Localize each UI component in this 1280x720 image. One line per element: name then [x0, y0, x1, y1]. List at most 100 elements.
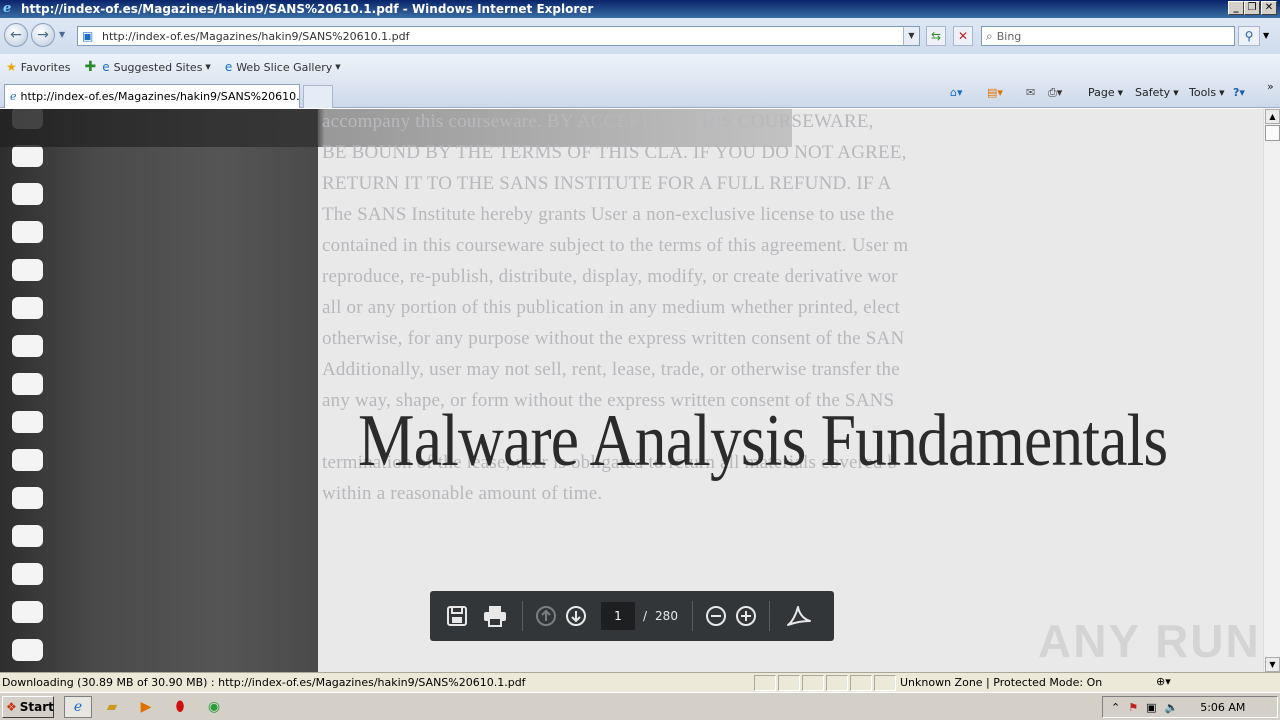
open-in-acrobat-button[interactable] — [784, 601, 814, 631]
start-button[interactable]: ❖ Start — [2, 696, 54, 718]
zoom-in-button[interactable] — [731, 601, 761, 631]
status-bar: Downloading (30.89 MB of 30.90 MB) : htt… — [0, 672, 1280, 692]
address-dropdown-icon[interactable]: ▼ — [903, 27, 919, 45]
vertical-scrollbar[interactable]: ▲ ▼ — [1263, 109, 1280, 672]
license-text-line: accompany this courseware. BY ACCEPTING … — [322, 111, 874, 132]
help-icon[interactable]: ?▾ — [1233, 86, 1245, 99]
forward-button[interactable]: → — [31, 23, 55, 47]
add-to-favorites-icon[interactable]: ✚ — [84, 59, 96, 75]
license-text-line: all or any portion of this publication i… — [322, 297, 900, 318]
clock[interactable]: 5:06 AM — [1200, 701, 1245, 714]
read-mail-icon[interactable]: ✉ — [1026, 86, 1035, 99]
previous-page-button[interactable] — [531, 601, 561, 631]
save-pdf-button[interactable] — [442, 601, 472, 631]
refresh-button[interactable]: ⇆ — [926, 26, 946, 46]
zoom-level-icon[interactable]: ⊕▾ — [1156, 675, 1171, 688]
recent-pages-dropdown-icon[interactable]: ▼ — [59, 30, 65, 39]
tools-menu[interactable]: Tools ▼ — [1189, 86, 1225, 99]
search-button[interactable]: ⚲ — [1238, 26, 1260, 46]
status-pane — [754, 675, 776, 691]
license-text-line: reproduce, re-publish, distribute, displ… — [322, 266, 898, 287]
page-menu[interactable]: Page ▼ — [1088, 86, 1123, 99]
sprocket-hole — [12, 601, 43, 623]
sprocket-hole — [12, 487, 43, 509]
minimize-button[interactable]: _ — [1228, 1, 1244, 15]
license-text-line: otherwise, for any purpose without the e… — [322, 328, 905, 349]
scroll-thumb[interactable] — [1265, 125, 1280, 141]
page-icon: ▣ — [82, 29, 94, 43]
print-icon[interactable]: ⎙▾ — [1048, 86, 1062, 100]
page-menu-label: Page — [1088, 86, 1115, 99]
feeds-icon[interactable]: ▤▾ — [987, 86, 1003, 99]
opera-icon[interactable]: ⬮ — [166, 696, 194, 718]
stop-icon: ✕ — [957, 29, 969, 43]
license-text-line: within a reasonable amount of time. — [322, 483, 603, 504]
volume-icon[interactable]: 🔈 — [1165, 701, 1179, 714]
address-toolbar: ← → ▼ ▣ http://index-of.es/Magazines/hak… — [0, 18, 1280, 54]
print-pdf-button[interactable] — [480, 601, 510, 631]
tray-expand-icon[interactable]: ⌃ — [1111, 701, 1120, 714]
status-pane — [850, 675, 872, 691]
acrobat-icon — [786, 606, 811, 626]
sprocket-hole — [12, 525, 43, 547]
taskbar: ❖ Start e ▰ ▶ ⬮ ◉ ⌃ ⚑ ▣ 🔈 5:06 AM — [0, 692, 1280, 720]
search-icon: ⚲ — [1244, 29, 1254, 43]
web-slice-icon: e — [224, 60, 233, 74]
favorites-button[interactable]: ★ Favorites — [6, 60, 70, 74]
ie-tab-icon: e — [10, 90, 17, 103]
safety-menu-label: Safety — [1135, 86, 1171, 99]
license-text-line: The SANS Institute hereby grants User a … — [322, 204, 895, 225]
ie-page-icon: e — [102, 60, 110, 74]
chrome-icon[interactable]: ◉ — [200, 696, 228, 718]
suggested-sites-link[interactable]: e Suggested Sites ▼ — [102, 60, 211, 74]
back-button[interactable]: ← — [4, 23, 28, 47]
refresh-icon: ⇆ — [930, 29, 942, 43]
favorites-bar: ★ Favorites ✚ e Suggested Sites ▼ e Web … — [0, 54, 1280, 80]
scroll-up-icon[interactable]: ▲ — [1265, 109, 1280, 124]
network-icon[interactable]: ▣ — [1146, 701, 1156, 714]
new-tab-button[interactable] — [303, 85, 333, 108]
tools-menu-label: Tools — [1189, 86, 1217, 99]
pdf-viewport[interactable]: accompany this courseware. BY ACCEPTING … — [0, 109, 1263, 672]
action-center-icon[interactable]: ⚑ — [1128, 701, 1138, 714]
sprocket-hole — [12, 639, 43, 661]
arrow-up-circle-icon — [536, 606, 556, 626]
sprocket-hole — [12, 297, 43, 319]
chevron-down-icon: ▼ — [1117, 88, 1124, 97]
search-input[interactable]: ⌕ Bing — [981, 26, 1235, 46]
next-page-button[interactable] — [561, 601, 591, 631]
chevron-down-icon: ▼ — [1173, 88, 1179, 97]
restore-button[interactable]: ❐ — [1244, 1, 1260, 15]
explorer-icon[interactable]: ▰ — [98, 696, 126, 718]
plus-circle-icon — [735, 606, 756, 626]
zoom-out-button[interactable] — [701, 601, 731, 631]
stop-button[interactable]: ✕ — [953, 26, 973, 46]
web-slice-gallery-link[interactable]: e Web Slice Gallery ▼ — [225, 60, 341, 74]
close-window-button[interactable]: ✕ — [1261, 1, 1277, 15]
taskbar-ie-button[interactable]: e — [64, 696, 92, 718]
suggested-sites-label: Suggested Sites — [113, 60, 203, 74]
arrow-left-icon: ← — [10, 27, 22, 43]
home-icon[interactable]: ⌂▾ — [950, 86, 963, 99]
window-title: http://index-of.es/Magazines/hakin9/SANS… — [21, 2, 594, 16]
license-text-line: BE BOUND BY THE TERMS OF THIS CLA. IF YO… — [322, 142, 907, 163]
status-pane — [826, 675, 848, 691]
system-tray: ⌃ ⚑ ▣ 🔈 5:06 AM — [1102, 696, 1278, 718]
sprocket-hole — [12, 259, 43, 281]
scroll-down-icon[interactable]: ▼ — [1265, 657, 1280, 672]
sprocket-hole — [12, 183, 43, 205]
search-provider-icon: ⌕ — [986, 28, 993, 43]
chevron-more-icon[interactable]: » — [1267, 80, 1274, 93]
safety-menu[interactable]: Safety ▼ — [1135, 86, 1179, 99]
address-bar[interactable]: ▣ http://index-of.es/Magazines/hakin9/SA… — [77, 26, 920, 46]
security-zone[interactable]: Unknown Zone | Protected Mode: On — [900, 676, 1102, 689]
page-number-input[interactable]: 1 — [601, 602, 635, 630]
sprocket-hole — [12, 563, 43, 585]
license-text-line: contained in this courseware subject to … — [322, 235, 909, 256]
media-player-icon[interactable]: ▶ — [132, 696, 160, 718]
start-label: Start — [19, 700, 54, 714]
tab-active[interactable]: e http://index-of.es/Magazines/hakin9/SA… — [4, 84, 300, 108]
sprocket-hole — [12, 449, 43, 471]
toolbar-divider — [522, 601, 523, 631]
search-options-icon[interactable]: ▼ — [1263, 31, 1269, 40]
